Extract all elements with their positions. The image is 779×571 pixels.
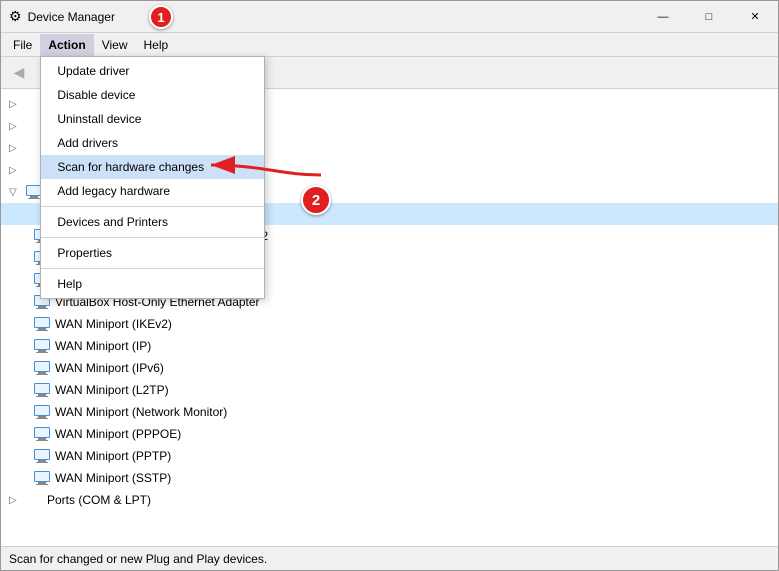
dropdown-item-scan-hardware[interactable]: Scan for hardware changes [41,155,264,179]
window-title: Device Manager [28,10,115,24]
expand-icon: ▷ [9,495,25,506]
net-icon [33,447,51,465]
menu-item-help[interactable]: Help [135,34,176,56]
app-icon: ⚙ [9,8,22,25]
status-bar: Scan for changed or new Plug and Play de… [1,546,778,570]
tree-item-wan-ipv6[interactable]: WAN Miniport (IPv6) [1,357,778,379]
dropdown-item-uninstall-device[interactable]: Uninstall device [41,107,264,131]
net-icon [33,425,51,443]
dropdown-item-update-driver[interactable]: Update driver [41,59,264,83]
item-label: WAN Miniport (PPPOE) [55,427,181,441]
tree-item-wan-sstp[interactable]: WAN Miniport (SSTP) [1,467,778,489]
item-icon [25,491,43,509]
item-label: WAN Miniport (L2TP) [55,383,169,397]
dropdown-item-add-drivers[interactable]: Add drivers [41,131,264,155]
title-bar: ⚙ Device Manager 1 — □ ✕ [1,1,778,33]
menu-item-view[interactable]: View [94,34,136,56]
net-icon [33,381,51,399]
item-label: WAN Miniport (IKEv2) [55,317,172,331]
tree-item-wan-pppoe[interactable]: WAN Miniport (PPPOE) [1,423,778,445]
dropdown-item-devices-printers[interactable]: Devices and Printers [41,210,264,234]
minimize-button[interactable]: — [640,1,686,33]
expand-icon: ▷ [9,121,25,132]
expand-icon: ▽ [9,187,25,198]
net-icon [33,337,51,355]
tree-item-wan-pptp[interactable]: WAN Miniport (PPTP) [1,445,778,467]
step-badge-2: 2 [301,185,331,215]
tree-item-wan-ip[interactable]: WAN Miniport (IP) [1,335,778,357]
step-badge-1: 1 [149,5,173,29]
expand-icon: ▷ [9,99,25,110]
menu-item-file[interactable]: File [5,34,40,56]
net-icon [33,315,51,333]
dropdown-separator-2 [41,237,264,238]
dropdown-separator-1 [41,206,264,207]
status-text: Scan for changed or new Plug and Play de… [9,552,267,566]
tree-item-wan-l2tp[interactable]: WAN Miniport (L2TP) [1,379,778,401]
item-label: WAN Miniport (SSTP) [55,471,171,485]
dropdown-separator-3 [41,268,264,269]
back-button[interactable]: ◀ [5,60,33,86]
close-button[interactable]: ✕ [732,1,778,33]
maximize-button[interactable]: □ [686,1,732,33]
tree-item-wan-ikev2[interactable]: WAN Miniport (IKEv2) [1,313,778,335]
expand-icon: ▷ [9,143,25,154]
tree-item-wan-netmon[interactable]: WAN Miniport (Network Monitor) [1,401,778,423]
dropdown-item-disable-device[interactable]: Disable device [41,83,264,107]
menu-item-action[interactable]: Action Update driver Disable device Unin… [40,34,93,56]
net-icon [33,403,51,421]
dropdown-item-properties[interactable]: Properties [41,241,264,265]
item-label: WAN Miniport (IPv6) [55,361,164,375]
item-label: WAN Miniport (PPTP) [55,449,171,463]
item-label: Ports (COM & LPT) [47,493,151,507]
menu-bar: File Action Update driver Disable device… [1,33,778,57]
window-frame: ⚙ Device Manager 1 — □ ✕ File Action [0,0,779,571]
net-icon [33,359,51,377]
expand-icon: ▷ [9,165,25,176]
action-dropdown: Update driver Disable device Uninstall d… [40,56,265,299]
tree-item-ports[interactable]: ▷ Ports (COM & LPT) [1,489,778,511]
item-label: WAN Miniport (Network Monitor) [55,405,227,419]
dropdown-item-add-legacy[interactable]: Add legacy hardware [41,179,264,203]
dropdown-item-help[interactable]: Help [41,272,264,296]
item-label: WAN Miniport (IP) [55,339,151,353]
net-icon [33,469,51,487]
